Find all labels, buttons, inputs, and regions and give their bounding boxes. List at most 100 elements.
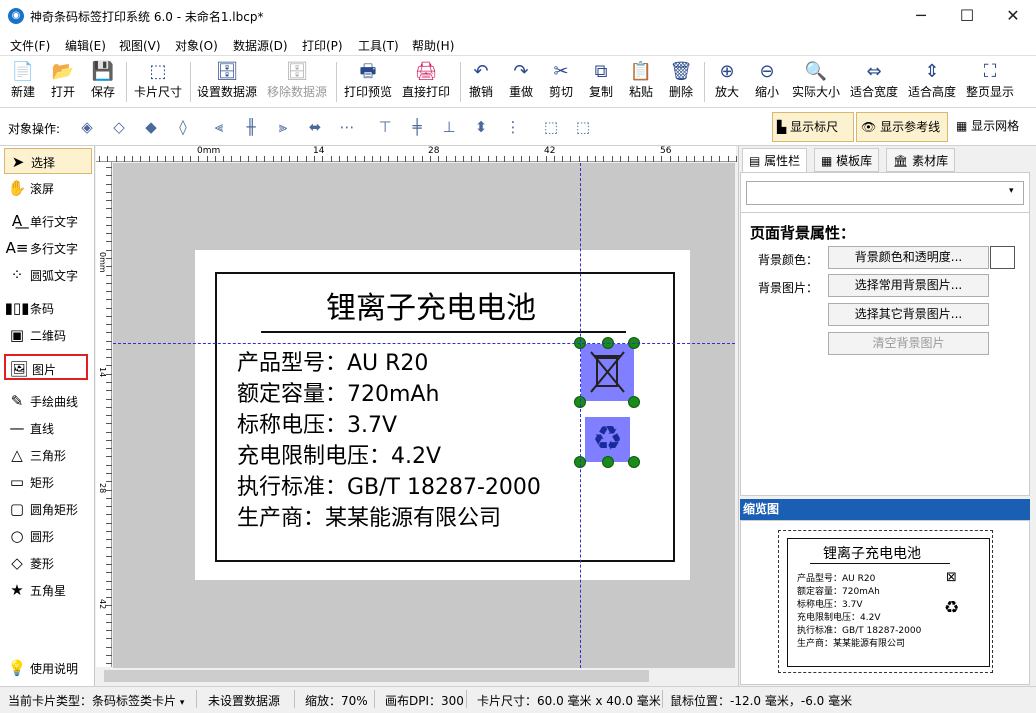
selected-image-weee[interactable] — [581, 344, 634, 401]
menu-help[interactable]: 帮助(H) — [412, 37, 454, 54]
copy-button[interactable]: ⧉ 复制 — [586, 60, 616, 106]
group-icon[interactable]: ⬚ — [540, 116, 562, 138]
same-height-icon[interactable]: ⬍ — [470, 116, 492, 138]
resize-handle[interactable] — [602, 456, 614, 468]
bring-front-icon[interactable]: ◈ — [76, 116, 98, 138]
maximize-button[interactable]: ☐ — [944, 0, 990, 32]
zoom-in-button[interactable]: ⊕ 放大 — [712, 60, 742, 106]
scrollbar-thumb[interactable] — [104, 670, 649, 682]
tool-line[interactable]: — 直线 — [4, 415, 92, 441]
menu-datasource[interactable]: 数据源(D) — [233, 37, 288, 54]
ruler-tick — [106, 183, 112, 185]
menu-edit[interactable]: 编辑(E) — [65, 37, 106, 54]
ruler-tick — [106, 406, 112, 408]
choose-other-bg-button[interactable]: 选择其它背景图片... — [828, 303, 989, 326]
redo-button[interactable]: ↷ 重做 — [506, 60, 536, 106]
minimize-button[interactable]: ─ — [898, 0, 944, 32]
direct-print-button[interactable]: 🖨 直接打印 — [400, 60, 452, 106]
color-swatch[interactable] — [990, 246, 1015, 269]
resize-handle[interactable] — [628, 396, 640, 408]
tool-select[interactable]: ➤ 选择 — [4, 148, 92, 174]
label-row-charge-voltage[interactable]: 充电限制电压：4.2V — [237, 438, 441, 470]
tool-circle[interactable]: ○ 圆形 — [4, 523, 92, 549]
label-row-standard[interactable]: 执行标准：GB/T 18287-2000 — [237, 469, 541, 501]
distribute-v-icon[interactable]: ⋮ — [502, 116, 524, 138]
bring-forward-icon[interactable]: ◆ — [140, 116, 162, 138]
tool-single-text[interactable]: A͟ 单行文字 — [4, 208, 92, 234]
tool-qrcode[interactable]: ▣ 二维码 — [4, 322, 92, 348]
ruler-tick — [106, 332, 112, 334]
show-grid-toggle[interactable]: ▦ 显示网格 — [952, 112, 1034, 142]
label-row-model[interactable]: 产品型号：AU R20 — [237, 345, 428, 377]
fit-height-button[interactable]: ⇕ 适合高度 — [906, 60, 958, 106]
tab-templates[interactable]: ▦ 模板库 — [814, 148, 880, 172]
resize-handle[interactable] — [628, 456, 640, 468]
distribute-h-icon[interactable]: ⋯ — [336, 116, 358, 138]
menu-view[interactable]: 视图(V) — [119, 37, 161, 54]
menu-object[interactable]: 对象(O) — [175, 37, 218, 54]
scissors-icon: ✂ — [553, 61, 569, 82]
label-row-voltage[interactable]: 标称电压：3.7V — [237, 407, 397, 439]
choose-common-bg-button[interactable]: 选择常用背景图片... — [828, 274, 989, 297]
clear-bg-button[interactable]: 清空背景图片 — [828, 332, 989, 355]
vertical-guide[interactable] — [580, 163, 581, 668]
save-button[interactable]: 💾 保存 — [86, 60, 120, 106]
status-card-type[interactable]: 当前卡片类型：条码标签类卡片 ▾ — [8, 692, 184, 709]
menu-file[interactable]: 文件(F) — [10, 37, 50, 54]
align-bottom-icon[interactable]: ⊥ — [438, 116, 460, 138]
close-button[interactable]: ✕ — [990, 0, 1036, 32]
tool-triangle[interactable]: △ 三角形 — [4, 442, 92, 468]
tool-barcode[interactable]: ▮▯▮条码 — [4, 295, 92, 321]
tool-multi-text[interactable]: A≡ 多行文字 — [4, 235, 92, 261]
print-preview-button[interactable]: 🖶 打印预览 — [342, 60, 394, 106]
align-center-icon[interactable]: ╫ — [240, 116, 262, 138]
tool-star[interactable]: ★ 五角星 — [4, 577, 92, 603]
tab-materials[interactable]: 🏛 素材库 — [886, 148, 956, 172]
same-width-icon[interactable]: ⬌ — [304, 116, 326, 138]
tool-freehand[interactable]: ✎ 手绘曲线 — [4, 388, 92, 414]
align-top-icon[interactable]: ⊤ — [374, 116, 396, 138]
label-row-manufacturer[interactable]: 生产商：某某能源有限公司 — [237, 500, 501, 532]
delete-button[interactable]: 🗑 删除 — [666, 60, 696, 106]
ungroup-icon[interactable]: ⬚ — [572, 116, 594, 138]
paste-button[interactable]: 📋 粘贴 — [626, 60, 656, 106]
ruler-tick — [106, 497, 112, 499]
set-datasource-button[interactable]: 🗄 设置数据源 — [196, 60, 258, 106]
fit-width-button[interactable]: ⇔ 适合宽度 — [848, 60, 900, 106]
circle-icon: ○ — [10, 527, 24, 545]
cut-button[interactable]: ✂ 剪切 — [546, 60, 576, 106]
horizontal-guide[interactable] — [113, 343, 735, 344]
object-selector-dropdown[interactable]: ▾ — [746, 181, 1024, 205]
align-middle-icon[interactable]: ╪ — [406, 116, 428, 138]
fit-page-button[interactable]: ⛶ 整页显示 — [964, 60, 1016, 106]
actual-size-button[interactable]: 🔍 实际大小 — [790, 60, 842, 106]
zoom-out-button[interactable]: ⊖ 缩小 — [752, 60, 782, 106]
tool-image[interactable]: 🖼 图片 — [4, 354, 88, 380]
menu-print[interactable]: 打印(P) — [302, 37, 343, 54]
horizontal-scrollbar[interactable] — [96, 668, 736, 685]
show-guides-toggle[interactable]: 👁 显示参考线 — [856, 112, 948, 142]
menu-tools[interactable]: 工具(T) — [358, 37, 399, 54]
label-title[interactable]: 锂离子充电电池 — [215, 283, 647, 327]
send-back-icon[interactable]: ◇ — [108, 116, 130, 138]
title-underline[interactable] — [261, 331, 626, 333]
ruler-icon: ▙ — [777, 120, 787, 134]
help-button[interactable]: 💡 使用说明 — [4, 655, 92, 681]
label-row-capacity[interactable]: 额定容量：720mAh — [237, 376, 439, 408]
undo-button[interactable]: ↶ 撤销 — [466, 60, 496, 106]
send-backward-icon[interactable]: ◊ — [172, 116, 194, 138]
align-left-icon[interactable]: ⫷ — [208, 116, 230, 138]
tool-rounded-rect[interactable]: ▢ 圆角矩形 — [4, 496, 92, 522]
card-size-button[interactable]: ⬚ 卡片尺寸 — [132, 60, 184, 106]
tool-pan[interactable]: ✋ 滚屏 — [4, 175, 92, 201]
tool-diamond[interactable]: ◇ 菱形 — [4, 550, 92, 576]
tab-properties[interactable]: ▤ 属性栏 — [742, 148, 808, 172]
bg-color-button[interactable]: 背景颜色和透明度... — [828, 246, 989, 269]
tool-rectangle[interactable]: ▭ 矩形 — [4, 469, 92, 495]
open-button[interactable]: 📂 打开 — [46, 60, 80, 106]
remove-datasource-button[interactable]: 🗄 移除数据源 — [266, 60, 328, 106]
align-right-icon[interactable]: ⫸ — [272, 116, 294, 138]
show-ruler-toggle[interactable]: ▙ 显示标尺 — [772, 112, 854, 142]
tool-arc-text[interactable]: ⁘ 圆弧文字 — [4, 262, 92, 288]
new-button[interactable]: 📄 新建 — [6, 60, 40, 106]
